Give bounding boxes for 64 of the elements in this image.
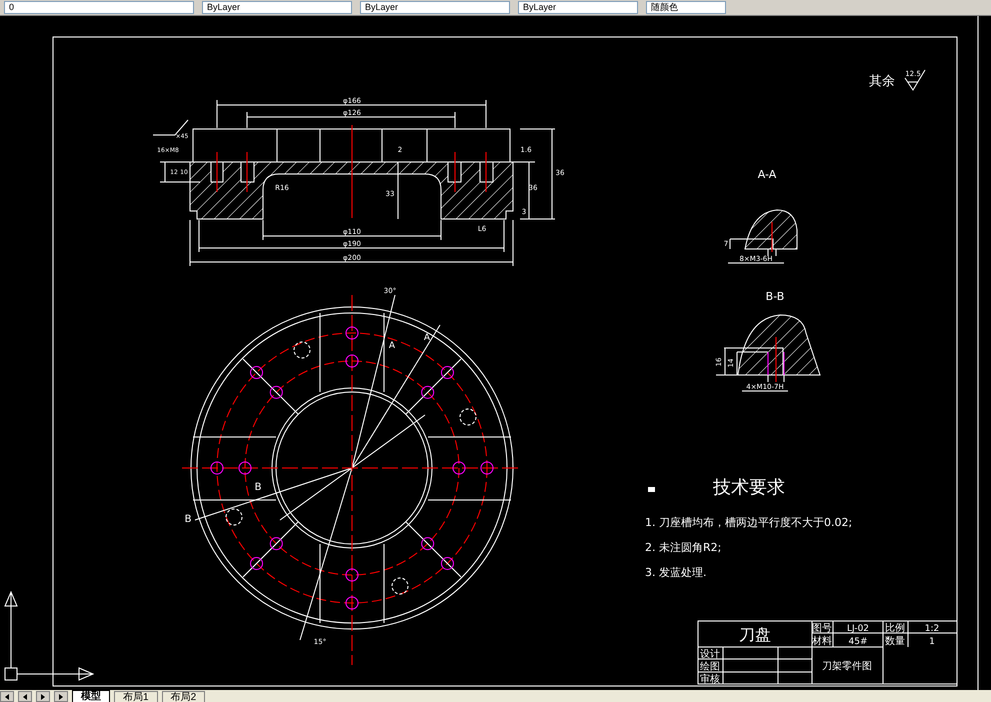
triangle-icon (4, 694, 10, 700)
roughness-note: 其余 (869, 74, 895, 89)
scroll-button[interactable] (18, 691, 32, 702)
bolt-hole (210, 462, 224, 474)
layer-dropdown[interactable]: 0 (4, 1, 194, 14)
table-cell: LJ-02 (846, 624, 870, 634)
triangle-icon (40, 694, 46, 700)
table-cell: 1 (929, 637, 935, 647)
bolt-hole (250, 556, 264, 570)
bolt-hole (238, 462, 252, 474)
requirement-text: 1. 刀座槽均布，槽两边平行度不大于0.02; (645, 516, 852, 529)
plot-style-dropdown[interactable]: 随颜色 (646, 1, 726, 14)
table-cell: 图号 (812, 623, 832, 634)
color-dropdown[interactable]: ByLayer (202, 1, 352, 14)
roughness-symbol (904, 70, 926, 91)
bolt-hole (480, 462, 494, 474)
layout-tab[interactable]: 布局2 (162, 691, 206, 702)
table-cell: 设计 (700, 649, 720, 660)
pin-hole (392, 578, 408, 594)
bolt-hole (346, 596, 358, 610)
pin-hole (460, 408, 476, 426)
table-cell: 审核 (700, 674, 720, 685)
section-label: B (184, 514, 192, 525)
triangle-icon (22, 694, 28, 700)
section-label: A (424, 333, 430, 343)
table-cell: 绘图 (700, 662, 720, 672)
section-label: B (254, 482, 262, 493)
requirement-text: 2. 未注圆角R2; (645, 541, 722, 554)
bolt-hole (346, 354, 358, 368)
ucs-icon (4, 590, 94, 680)
section-aa-drawing (728, 210, 798, 264)
section-label: A (388, 341, 396, 351)
bolt-hole (421, 537, 434, 550)
scroll-button[interactable] (36, 691, 50, 702)
bolt-hole (346, 568, 358, 582)
bolt-hole (440, 556, 454, 570)
section-title: A-A (758, 168, 776, 181)
requirement-text: 3. 发蓝处理. (645, 566, 706, 579)
linetype-dropdown[interactable]: ByLayer (360, 1, 510, 14)
bolt-hole (346, 326, 358, 340)
section-title: B-B (766, 290, 784, 303)
lineweight-dropdown[interactable]: ByLayer (518, 1, 638, 14)
scroll-button[interactable] (0, 691, 14, 702)
pin-hole (226, 508, 242, 526)
bolt-hole (250, 366, 264, 380)
table-cell: 数量 (885, 636, 905, 647)
bolt-hole (440, 366, 454, 380)
layout-tab[interactable]: 布局1 (114, 691, 158, 702)
part-name: 刀盘 (739, 625, 771, 644)
bolt-hole (270, 386, 283, 399)
table-cell: 比例 (885, 623, 905, 634)
bolt-hole (270, 537, 283, 550)
requirements-title: 技术要求 (713, 477, 785, 498)
layout-tab[interactable]: 模型 (72, 690, 110, 702)
table-cell: 材料 (812, 636, 832, 647)
bullet-mark (648, 487, 655, 492)
bolt-hole (452, 462, 466, 474)
bolt-hole (421, 386, 434, 399)
table-cell: 1:2 (924, 624, 940, 634)
pin-hole (294, 342, 310, 358)
table-cell: 刀架零件图 (822, 661, 872, 672)
table-cell: 45# (848, 637, 868, 647)
triangle-icon (58, 694, 64, 700)
scroll-button[interactable] (54, 691, 68, 702)
